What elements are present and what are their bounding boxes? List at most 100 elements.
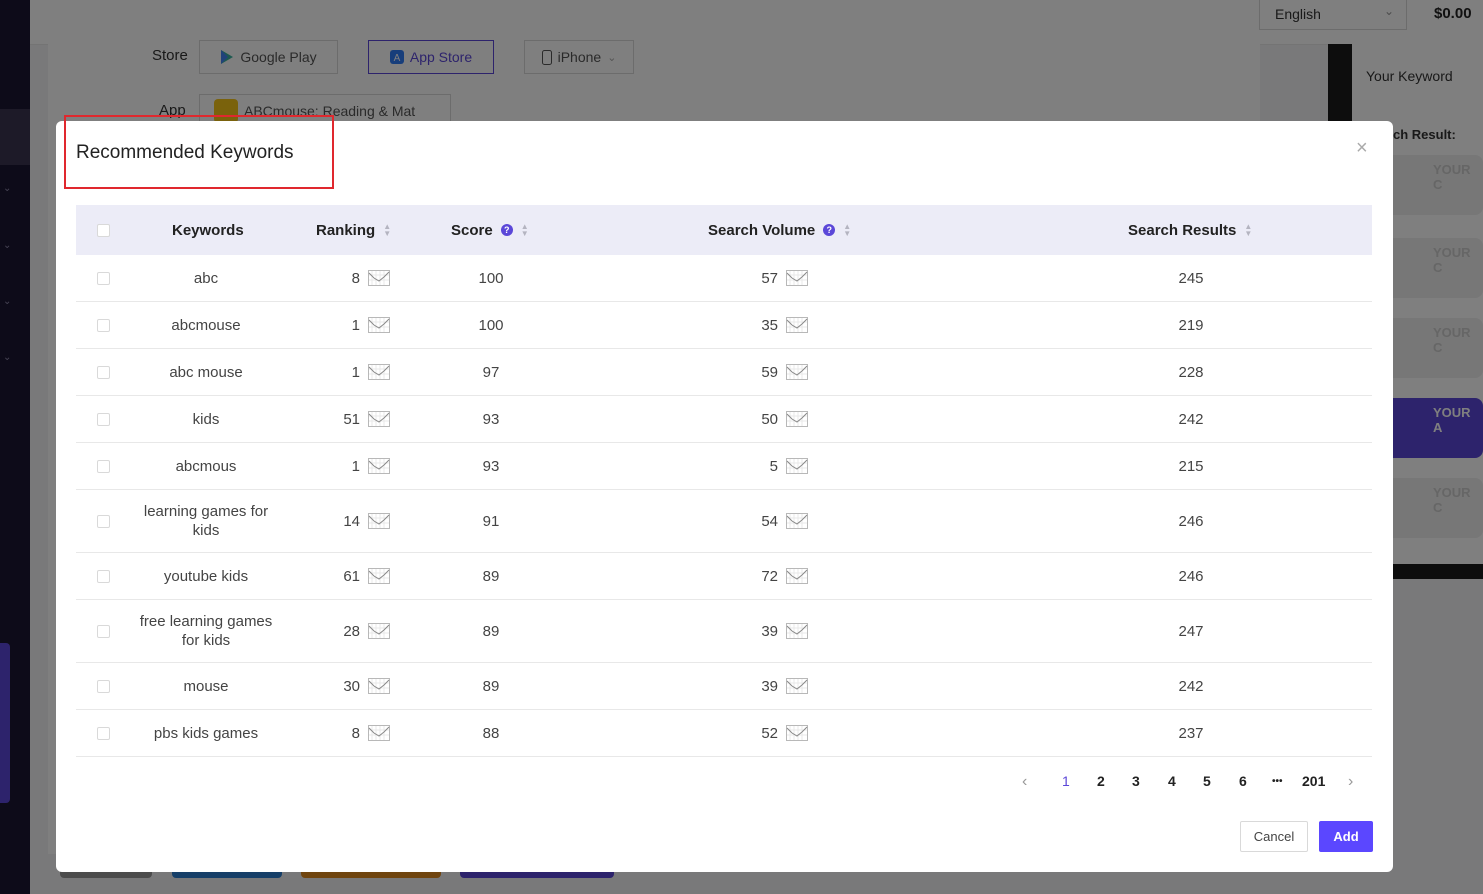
search-results-cell: 219	[1178, 316, 1204, 334]
search-volume-cell: 54	[744, 490, 808, 552]
score-cell: 89	[482, 567, 500, 585]
next-page-button[interactable]: ›	[1348, 773, 1353, 791]
row-checkbox[interactable]	[97, 726, 110, 740]
column-search-results[interactable]: Search Results ▲ ▼	[1128, 205, 1252, 255]
sort-icon[interactable]: ▲ ▼	[383, 223, 391, 238]
row-checkbox[interactable]	[97, 365, 110, 379]
trend-chart-icon[interactable]	[368, 725, 390, 741]
row-checkbox-cell	[97, 553, 110, 599]
close-icon[interactable]: ×	[1356, 137, 1368, 160]
column-ranking[interactable]: Ranking ▲ ▼	[316, 205, 391, 255]
ranking-cell: 1	[330, 443, 390, 489]
row-checkbox[interactable]	[97, 412, 110, 426]
trend-chart-icon[interactable]	[786, 678, 808, 694]
row-checkbox[interactable]	[97, 318, 110, 332]
search-volume-cell: 72	[744, 553, 808, 599]
cancel-button[interactable]: Cancel	[1240, 821, 1308, 852]
ranking-cell: 8	[330, 255, 390, 301]
column-score[interactable]: Score ? ▲ ▼	[451, 205, 529, 255]
table-row[interactable]: abcmous 1 93 5 215	[76, 443, 1372, 490]
row-checkbox-cell	[97, 663, 110, 709]
page-1-button[interactable]: 1	[1062, 773, 1070, 789]
row-checkbox[interactable]	[97, 624, 110, 638]
trend-chart-icon[interactable]	[368, 270, 390, 286]
trend-chart-icon[interactable]	[368, 317, 390, 333]
sort-icon[interactable]: ▲ ▼	[521, 223, 529, 238]
help-icon[interactable]: ?	[500, 224, 513, 236]
sort-icon[interactable]: ▲ ▼	[843, 223, 851, 238]
ranking-value: 51	[343, 410, 360, 428]
page-last-button[interactable]: 201	[1302, 773, 1325, 789]
ranking-cell: 30	[330, 663, 390, 709]
search-volume-value: 39	[761, 677, 778, 695]
column-ranking-label: Ranking	[316, 221, 376, 239]
table-row[interactable]: free learning games for kids 28 89 39 247	[76, 600, 1372, 663]
table-row[interactable]: kids 51 93 50 242	[76, 396, 1372, 443]
table-header: Keywords Ranking ▲ ▼ Score ? ▲ ▼ Search Vo…	[76, 205, 1372, 255]
score-cell: 93	[482, 410, 500, 428]
search-results-cell: 228	[1178, 363, 1204, 381]
search-volume-cell: 39	[744, 663, 808, 709]
page-3-button[interactable]: 3	[1132, 773, 1140, 789]
ranking-cell: 28	[330, 600, 390, 662]
trend-chart-icon[interactable]	[786, 270, 808, 286]
trend-chart-icon[interactable]	[368, 678, 390, 694]
trend-chart-icon[interactable]	[368, 364, 390, 380]
add-button[interactable]: Add	[1319, 821, 1373, 852]
trend-chart-icon[interactable]	[786, 317, 808, 333]
table-row[interactable]: youtube kids 61 89 72 246	[76, 553, 1372, 600]
trend-chart-icon[interactable]	[786, 725, 808, 741]
page-4-button[interactable]: 4	[1168, 773, 1176, 789]
score-cell: 89	[482, 677, 500, 695]
ranking-cell: 8	[330, 710, 390, 756]
ranking-cell: 14	[330, 490, 390, 552]
help-icon[interactable]: ?	[823, 224, 836, 236]
table-row[interactable]: pbs kids games 8 88 52 237	[76, 710, 1372, 757]
page-5-button[interactable]: 5	[1203, 773, 1211, 789]
search-volume-value: 72	[761, 567, 778, 585]
row-checkbox[interactable]	[97, 514, 110, 528]
ranking-cell: 1	[330, 302, 390, 348]
trend-chart-icon[interactable]	[786, 568, 808, 584]
trend-chart-icon[interactable]	[368, 513, 390, 529]
search-volume-cell: 5	[744, 443, 808, 489]
table-row[interactable]: learning games for kids 14 91 54 246	[76, 490, 1372, 553]
pagination: ‹ 1 2 3 4 5 6 ••• 201 ›	[56, 773, 1393, 797]
keyword-cell: kids	[192, 410, 220, 428]
trend-chart-icon[interactable]	[786, 513, 808, 529]
prev-page-button[interactable]: ‹	[1022, 773, 1027, 791]
trend-chart-icon[interactable]	[786, 623, 808, 639]
score-cell: 100	[478, 316, 504, 334]
row-checkbox[interactable]	[97, 569, 110, 583]
search-results-cell: 245	[1178, 269, 1204, 287]
trend-chart-icon[interactable]	[368, 458, 390, 474]
row-checkbox[interactable]	[97, 459, 110, 473]
select-all-checkbox[interactable]	[97, 223, 110, 237]
row-checkbox-cell	[97, 349, 110, 395]
column-search-volume[interactable]: Search Volume ? ▲ ▼	[708, 205, 851, 255]
table-row[interactable]: mouse 30 89 39 242	[76, 663, 1372, 710]
sort-icon[interactable]: ▲ ▼	[1244, 223, 1252, 238]
score-cell: 89	[482, 622, 500, 640]
search-results-cell: 247	[1178, 622, 1204, 640]
table-row[interactable]: abc mouse 1 97 59 228	[76, 349, 1372, 396]
search-volume-cell: 52	[744, 710, 808, 756]
row-checkbox[interactable]	[97, 679, 110, 693]
trend-chart-icon[interactable]	[368, 411, 390, 427]
keyword-cell: abc mouse	[169, 363, 243, 381]
page-2-button[interactable]: 2	[1097, 773, 1105, 789]
trend-chart-icon[interactable]	[786, 411, 808, 427]
search-results-cell: 246	[1178, 512, 1204, 530]
trend-chart-icon[interactable]	[368, 568, 390, 584]
page-ellipsis[interactable]: •••	[1272, 776, 1283, 787]
page-6-button[interactable]: 6	[1239, 773, 1247, 789]
table-row[interactable]: abcmouse 1 100 35 219	[76, 302, 1372, 349]
trend-chart-icon[interactable]	[786, 364, 808, 380]
trend-chart-icon[interactable]	[786, 458, 808, 474]
row-checkbox-cell	[97, 255, 110, 301]
row-checkbox[interactable]	[97, 271, 110, 285]
keyword-cell: abc	[193, 269, 219, 287]
trend-chart-icon[interactable]	[368, 623, 390, 639]
table-row[interactable]: abc 8 100 57 245	[76, 255, 1372, 302]
search-results-cell: 242	[1178, 677, 1204, 695]
